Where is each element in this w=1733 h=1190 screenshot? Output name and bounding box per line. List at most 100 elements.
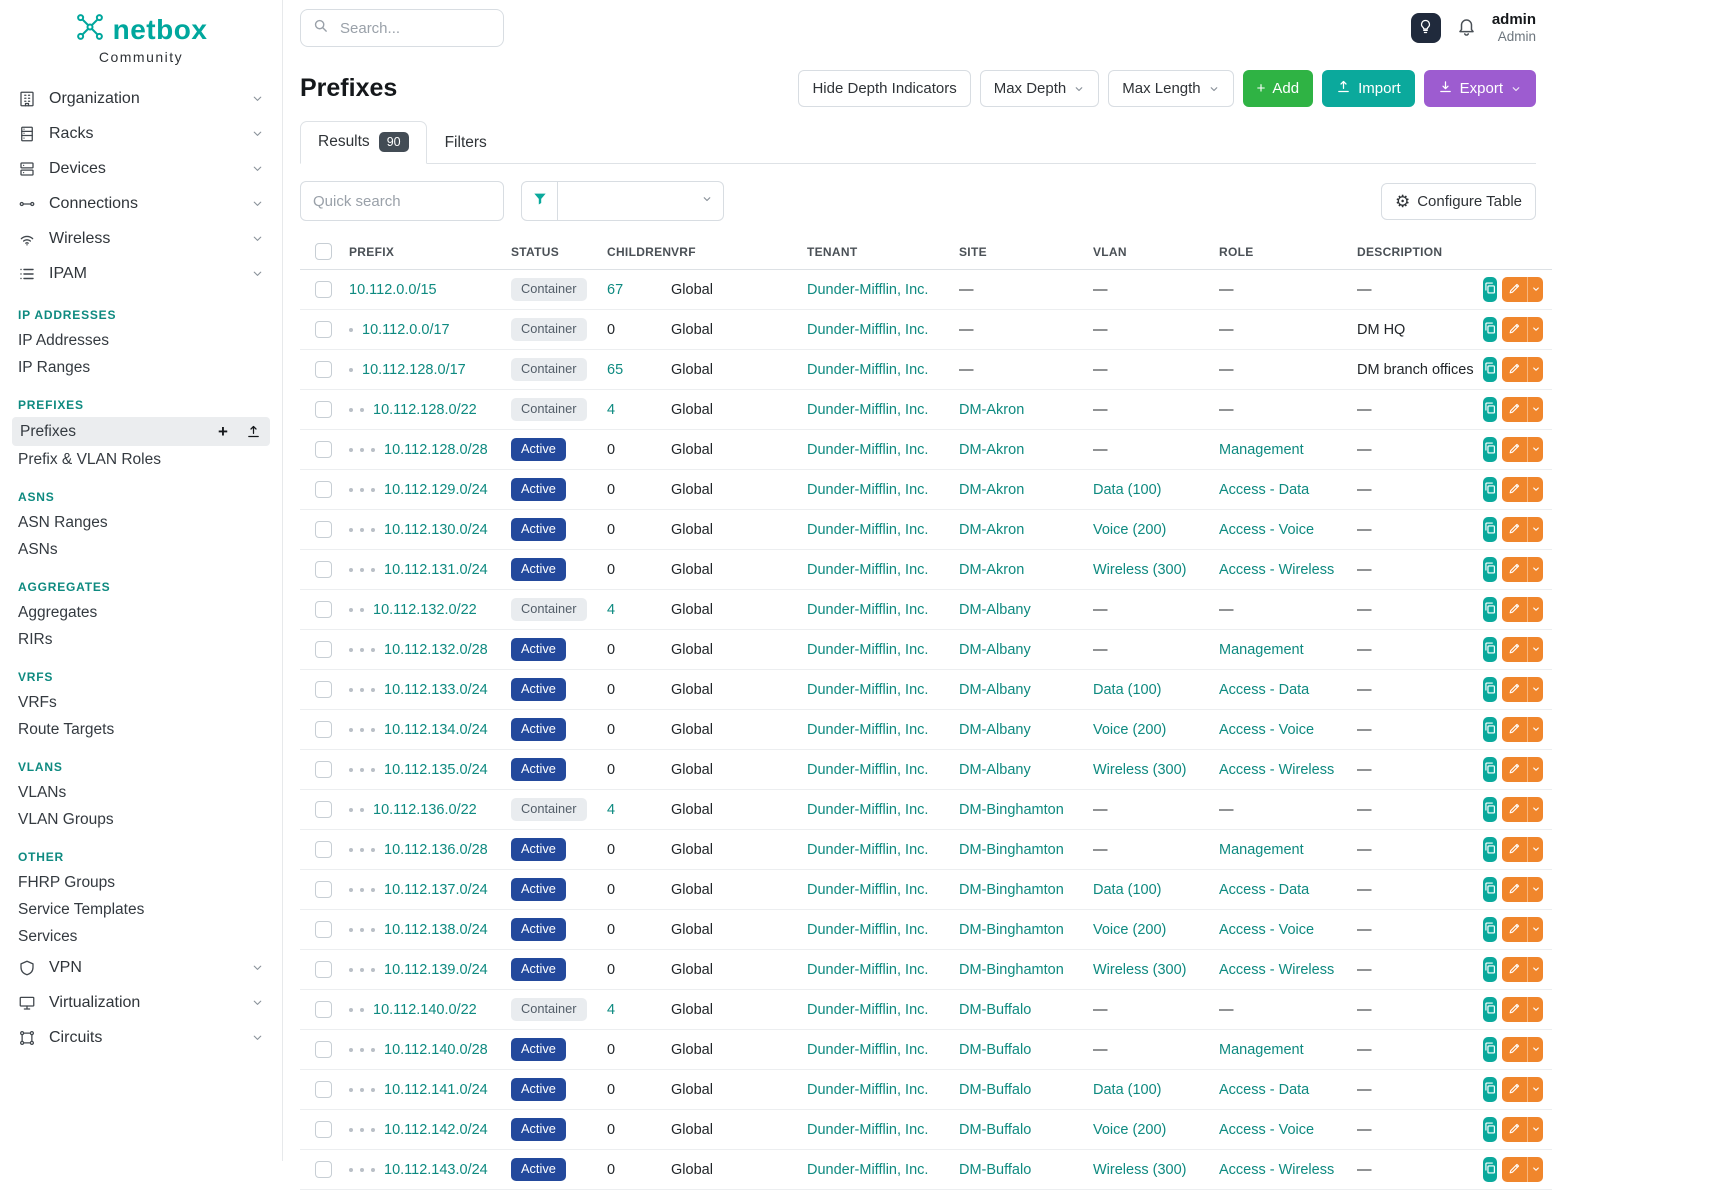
site-link[interactable]: DM-Albany: [959, 682, 1031, 698]
edit-button[interactable]: [1502, 1037, 1527, 1062]
sidebar-item-connections[interactable]: Connections: [0, 186, 282, 221]
row-checkbox[interactable]: [315, 281, 332, 298]
tenant-link[interactable]: Dunder-Mifflin, Inc.: [807, 922, 928, 938]
copy-button[interactable]: [1483, 277, 1497, 302]
site-link[interactable]: DM-Binghamton: [959, 962, 1064, 978]
row-checkbox[interactable]: [315, 441, 332, 458]
netbox-logo[interactable]: netbox Community: [0, 12, 282, 65]
column-header-role[interactable]: ROLE: [1210, 233, 1348, 270]
prefix-link[interactable]: 10.112.134.0/24: [384, 722, 488, 738]
edit-button[interactable]: [1502, 317, 1527, 342]
column-header-tenant[interactable]: TENANT: [798, 233, 950, 270]
select-all-checkbox[interactable]: [315, 243, 332, 260]
quick-import-button[interactable]: [244, 423, 262, 441]
sidebar-item-circuits[interactable]: Circuits: [0, 1020, 282, 1055]
prefix-link[interactable]: 10.112.141.0/24: [384, 1082, 488, 1098]
row-checkbox[interactable]: [315, 841, 332, 858]
copy-button[interactable]: [1483, 757, 1497, 782]
column-header-description[interactable]: DESCRIPTION: [1348, 233, 1482, 270]
copy-button[interactable]: [1483, 1077, 1497, 1102]
max-depth-dropdown[interactable]: Max Depth: [980, 70, 1100, 107]
sidebar-item-virtualization[interactable]: Virtualization: [0, 985, 282, 1020]
prefix-link[interactable]: 10.112.135.0/24: [384, 762, 488, 778]
tenant-link[interactable]: Dunder-Mifflin, Inc.: [807, 1122, 928, 1138]
tenant-link[interactable]: Dunder-Mifflin, Inc.: [807, 1082, 928, 1098]
hide-depth-indicators-button[interactable]: Hide Depth Indicators: [798, 70, 970, 107]
sidebar-item-route-targets[interactable]: Route Targets: [0, 716, 282, 743]
sidebar-item-prefixes[interactable]: Prefixes+: [12, 417, 270, 446]
site-link[interactable]: DM-Akron: [959, 442, 1024, 458]
tenant-link[interactable]: Dunder-Mifflin, Inc.: [807, 882, 928, 898]
role-link[interactable]: Access - Data: [1219, 682, 1309, 698]
edit-button[interactable]: [1502, 677, 1527, 702]
edit-button[interactable]: [1502, 757, 1527, 782]
prefix-link[interactable]: 10.112.143.0/24: [384, 1162, 488, 1178]
tenant-link[interactable]: Dunder-Mifflin, Inc.: [807, 682, 928, 698]
row-checkbox[interactable]: [315, 481, 332, 498]
edit-dropdown-button[interactable]: [1527, 357, 1543, 382]
filter-button[interactable]: [521, 181, 558, 221]
row-checkbox[interactable]: [315, 1121, 332, 1138]
tenant-link[interactable]: Dunder-Mifflin, Inc.: [807, 842, 928, 858]
edit-button[interactable]: [1502, 277, 1527, 302]
role-link[interactable]: Access - Data: [1219, 1082, 1309, 1098]
site-link[interactable]: DM-Akron: [959, 482, 1024, 498]
edit-dropdown-button[interactable]: [1527, 597, 1543, 622]
edit-dropdown-button[interactable]: [1527, 917, 1543, 942]
max-length-dropdown[interactable]: Max Length: [1108, 70, 1233, 107]
quick-search-input[interactable]: [300, 181, 504, 221]
copy-button[interactable]: [1483, 437, 1497, 462]
prefix-link[interactable]: 10.112.142.0/24: [384, 1122, 488, 1138]
edit-button[interactable]: [1502, 637, 1527, 662]
prefix-link[interactable]: 10.112.139.0/24: [384, 962, 488, 978]
site-link[interactable]: DM-Binghamton: [959, 882, 1064, 898]
role-link[interactable]: Access - Voice: [1219, 922, 1314, 938]
vlan-link[interactable]: Data (100): [1093, 682, 1162, 698]
sidebar-item-aggregates[interactable]: Aggregates: [0, 599, 282, 626]
configure-table-button[interactable]: ⚙ Configure Table: [1381, 183, 1536, 220]
copy-button[interactable]: [1483, 357, 1497, 382]
prefix-link[interactable]: 10.112.136.0/22: [373, 802, 477, 818]
prefix-link[interactable]: 10.112.0.0/17: [362, 322, 450, 338]
sidebar-item-prefix-vlan-roles[interactable]: Prefix & VLAN Roles: [0, 446, 282, 473]
tenant-link[interactable]: Dunder-Mifflin, Inc.: [807, 802, 928, 818]
column-header-prefix[interactable]: PREFIX: [340, 233, 502, 270]
add-button[interactable]: + Add: [1243, 70, 1313, 107]
edit-button[interactable]: [1502, 1077, 1527, 1102]
edit-dropdown-button[interactable]: [1527, 1037, 1543, 1062]
row-checkbox[interactable]: [315, 681, 332, 698]
edit-button[interactable]: [1502, 877, 1527, 902]
site-link[interactable]: DM-Buffalo: [959, 1122, 1031, 1138]
vlan-link[interactable]: Data (100): [1093, 1082, 1162, 1098]
global-search[interactable]: [300, 9, 504, 47]
edit-dropdown-button[interactable]: [1527, 957, 1543, 982]
vlan-link[interactable]: Voice (200): [1093, 1122, 1166, 1138]
tenant-link[interactable]: Dunder-Mifflin, Inc.: [807, 762, 928, 778]
row-checkbox[interactable]: [315, 921, 332, 938]
column-header-vrf[interactable]: VRF: [662, 233, 798, 270]
vlan-link[interactable]: Data (100): [1093, 882, 1162, 898]
copy-button[interactable]: [1483, 477, 1497, 502]
copy-button[interactable]: [1483, 597, 1497, 622]
row-checkbox[interactable]: [315, 361, 332, 378]
site-link[interactable]: DM-Buffalo: [959, 1082, 1031, 1098]
prefix-link[interactable]: 10.112.130.0/24: [384, 522, 488, 538]
role-link[interactable]: Access - Data: [1219, 882, 1309, 898]
site-link[interactable]: DM-Binghamton: [959, 922, 1064, 938]
copy-button[interactable]: [1483, 917, 1497, 942]
role-link[interactable]: Management: [1219, 642, 1304, 658]
column-header-status[interactable]: STATUS: [502, 233, 598, 270]
edit-button[interactable]: [1502, 557, 1527, 582]
edit-dropdown-button[interactable]: [1527, 557, 1543, 582]
row-checkbox[interactable]: [315, 881, 332, 898]
edit-button[interactable]: [1502, 997, 1527, 1022]
quick-add-button[interactable]: +: [214, 423, 232, 441]
row-checkbox[interactable]: [315, 401, 332, 418]
tenant-link[interactable]: Dunder-Mifflin, Inc.: [807, 642, 928, 658]
prefix-link[interactable]: 10.112.140.0/28: [384, 1042, 488, 1058]
import-button[interactable]: Import: [1322, 70, 1415, 107]
edit-dropdown-button[interactable]: [1527, 277, 1543, 302]
edit-button[interactable]: [1502, 397, 1527, 422]
tenant-link[interactable]: Dunder-Mifflin, Inc.: [807, 602, 928, 618]
column-header-vlan[interactable]: VLAN: [1084, 233, 1210, 270]
